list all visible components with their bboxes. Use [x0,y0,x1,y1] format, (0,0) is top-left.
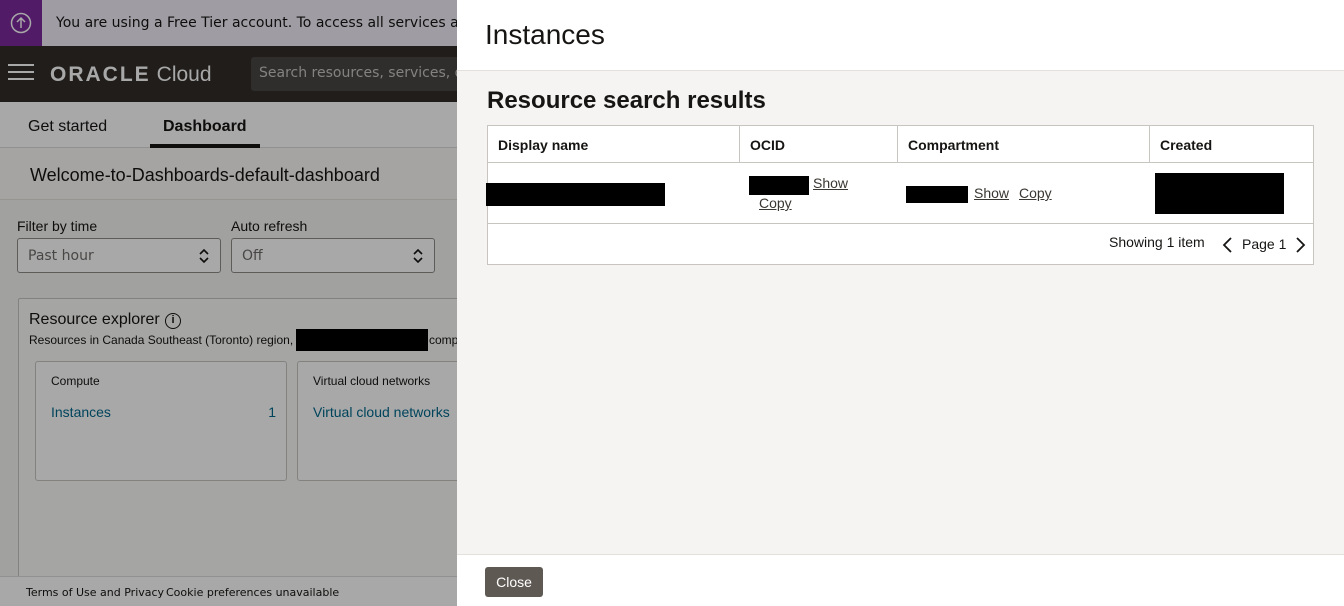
pager-item-count: Showing 1 item [1109,234,1205,250]
drawer-title: Instances [485,19,605,50]
column-header-display-name[interactable]: Display name [488,126,739,163]
results-title: Resource search results [487,87,766,114]
compartment-copy-link[interactable]: Copy [1019,185,1052,201]
ocid-copy-link[interactable]: Copy [759,195,792,211]
column-header-compartment[interactable]: Compartment [897,126,1149,163]
column-header-ocid[interactable]: OCID [739,126,897,163]
instances-drawer: Instances Resource search results Displa… [457,0,1344,606]
ocid-show-link[interactable]: Show [813,175,848,191]
drawer-header: Instances [457,0,1344,71]
modal-backdrop[interactable] [0,0,457,606]
previous-page-icon[interactable] [1221,236,1235,254]
redacted-display-name[interactable] [486,183,665,206]
redacted-compartment [906,186,968,203]
redacted-created-date [1155,173,1284,214]
pager-page-number: Page 1 [1242,236,1287,252]
next-page-icon[interactable] [1293,236,1307,254]
compartment-show-link[interactable]: Show [974,185,1009,201]
column-header-created[interactable]: Created [1149,126,1313,163]
redacted-ocid [749,176,809,195]
drawer-footer: Close [457,554,1344,606]
results-table: Display name OCID Compartment Created Sh… [486,125,1314,265]
row-divider [488,223,1313,224]
close-button[interactable]: Close [485,567,543,597]
